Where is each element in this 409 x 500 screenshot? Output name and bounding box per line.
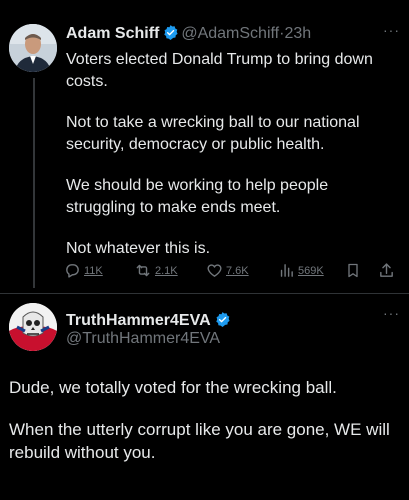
tweet-paragraph: Voters elected Donald Trump to bring dow… <box>66 51 373 90</box>
share-icon <box>378 262 395 279</box>
bookmark-icon <box>345 262 361 279</box>
more-icon[interactable]: ··· <box>383 22 400 38</box>
verified-badge-icon <box>162 24 179 46</box>
timestamp[interactable]: 23h <box>284 25 311 42</box>
repost-count: 2.1K <box>155 264 178 277</box>
more-icon[interactable]: ··· <box>383 305 400 321</box>
reply-paragraph: When the utterly corrupt like you are go… <box>9 420 390 462</box>
heart-icon <box>206 262 223 279</box>
repost-icon <box>134 262 152 279</box>
tweet-body: Voters elected Donald Trump to bring dow… <box>66 49 392 279</box>
views-button[interactable]: 569K <box>278 262 324 279</box>
repost-button[interactable]: 2.1K <box>134 262 178 279</box>
tweet-header: Adam Schiff @AdamSchiff·23h <box>66 24 311 46</box>
reply-body: Dude, we totally voted for the wrecking … <box>9 376 401 483</box>
views-icon <box>278 262 295 279</box>
tweet-paragraph: We should be working to help people stru… <box>66 177 329 216</box>
action-bar: 11K 2.1K 7.6K 569K <box>60 262 400 282</box>
reply-author-handle[interactable]: @TruthHammer4EVA <box>66 330 220 348</box>
share-button[interactable] <box>378 262 395 279</box>
reply-author-name[interactable]: TruthHammer4EVA <box>66 312 211 329</box>
reply-count: 11K <box>84 264 103 277</box>
avatar[interactable] <box>9 303 57 351</box>
author-handle[interactable]: @AdamSchiff <box>181 25 279 42</box>
reply-paragraph: Dude, we totally voted for the wrecking … <box>9 378 337 397</box>
reply-button[interactable]: 11K <box>64 262 103 279</box>
divider <box>0 293 409 294</box>
like-button[interactable]: 7.6K <box>206 262 249 279</box>
like-count: 7.6K <box>226 264 249 277</box>
reply-icon <box>64 262 81 279</box>
tweet-paragraph: Not whatever this is. <box>66 240 211 257</box>
author-name[interactable]: Adam Schiff <box>66 25 159 42</box>
thread-line <box>33 78 35 288</box>
tweet-paragraph: Not to take a wrecking ball to our natio… <box>66 114 360 153</box>
bookmark-button[interactable] <box>345 262 361 279</box>
avatar[interactable] <box>9 24 57 72</box>
view-count: 569K <box>298 264 324 277</box>
